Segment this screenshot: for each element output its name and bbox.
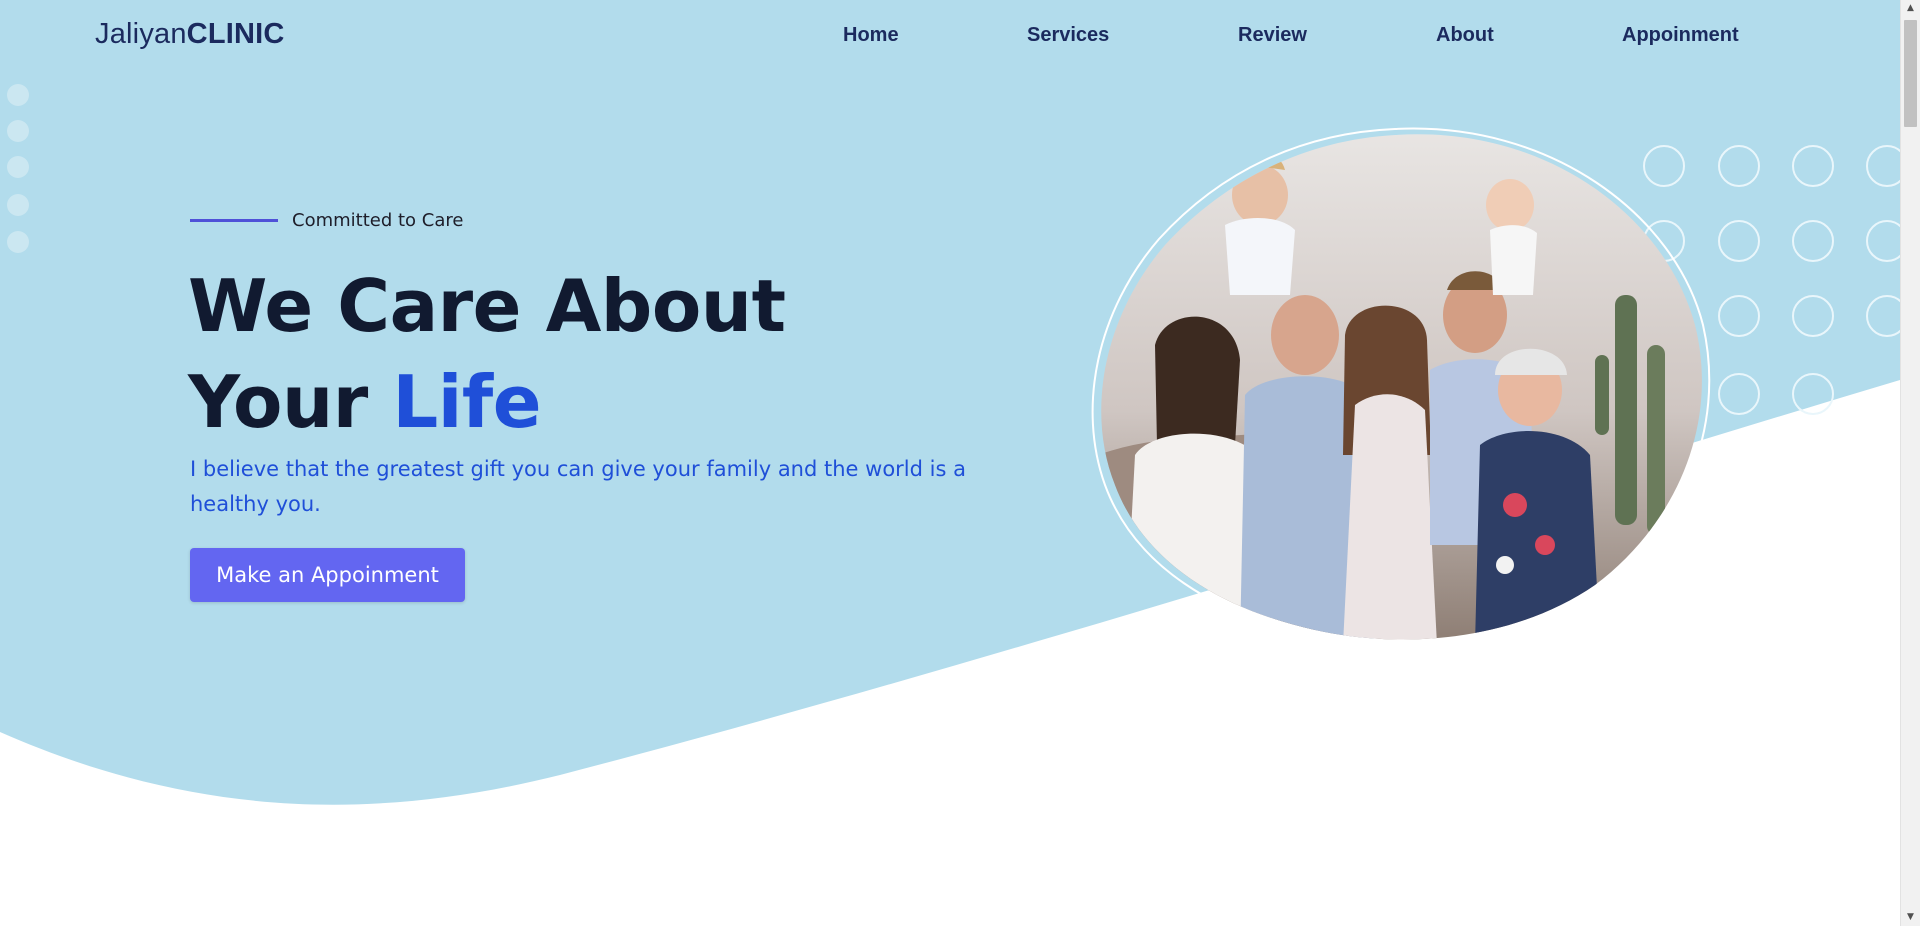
hero-tagline: Committed to Care	[292, 210, 464, 231]
site-header: JaliyanCLINIC Home Services Review About…	[0, 0, 1900, 72]
page-scrollbar[interactable]: ▲ ▼	[1900, 0, 1920, 926]
family-photo	[1091, 127, 1711, 645]
make-appointment-button[interactable]: Make an Appoinment	[190, 548, 465, 602]
arrow-up-icon[interactable]: ▲	[1901, 0, 1920, 17]
tagline-divider	[190, 219, 278, 222]
hero-tagline-row: Committed to Care	[190, 210, 463, 231]
nav-about[interactable]: About	[1436, 24, 1494, 47]
nav-services[interactable]: Services	[1027, 24, 1109, 47]
brand-name-regular: Jaliyan	[95, 18, 187, 50]
nav-review[interactable]: Review	[1238, 24, 1307, 47]
nav-home[interactable]: Home	[843, 24, 899, 47]
scrollbar-thumb[interactable]	[1904, 20, 1917, 127]
headline-line-2-prefix: Your	[188, 360, 393, 444]
hero-lead-text: I believe that the greatest gift you can…	[190, 457, 966, 516]
brand-logo[interactable]: JaliyanCLINIC	[95, 18, 285, 51]
headline-line-1: We Care About	[188, 264, 786, 348]
brand-name-bold: CLINIC	[186, 18, 285, 50]
headline-accent: Life	[392, 360, 542, 444]
hero-headline: We Care About Your Life	[188, 258, 786, 450]
nav-appoinment[interactable]: Appoinment	[1622, 24, 1739, 47]
arrow-down-icon[interactable]: ▼	[1901, 909, 1920, 926]
